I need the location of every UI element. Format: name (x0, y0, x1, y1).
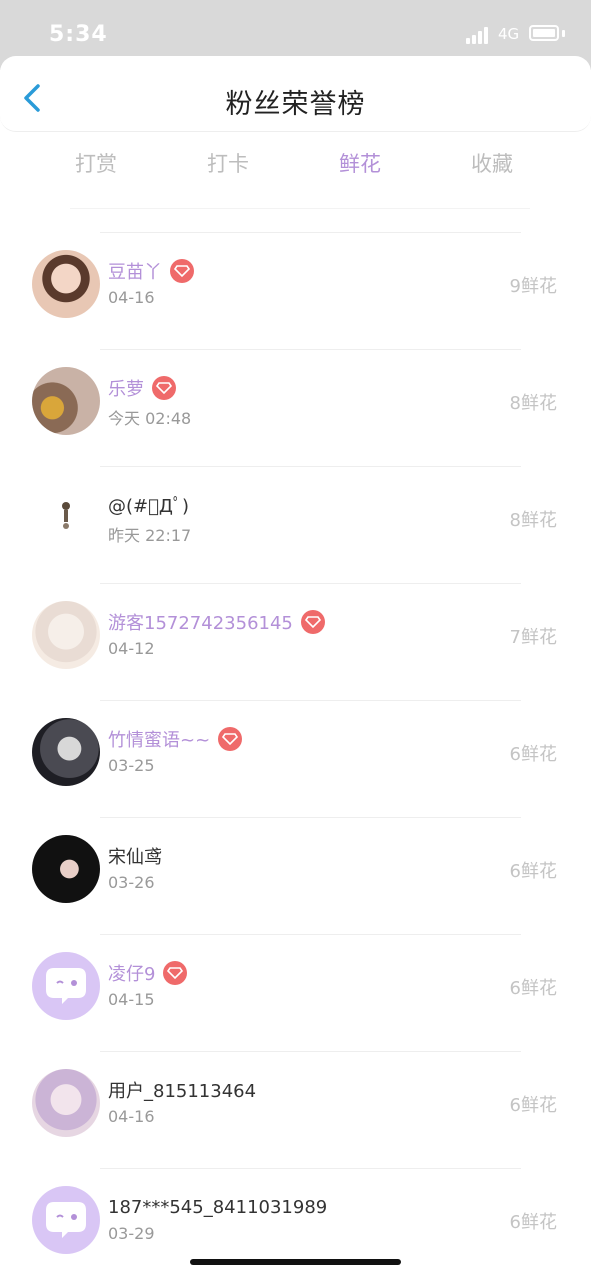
fan-name: 用户_815113464 (108, 1081, 257, 1102)
battery-cap (562, 30, 565, 37)
tab-flowers[interactable]: 鲜花 (320, 148, 400, 178)
diamond-icon (152, 376, 176, 400)
row-divider (100, 700, 521, 701)
list-item[interactable]: 187***545_8411031989 03-29 6鲜花 (0, 1168, 591, 1285)
diamond-icon (300, 610, 325, 634)
list-item[interactable]: @(#ﾟДﾟ) 昨天 22:17 8鲜花 (0, 466, 591, 583)
flower-count: 6鲜花 (509, 1212, 557, 1233)
row-divider (100, 349, 521, 350)
avatar[interactable] (32, 601, 100, 669)
flower-count: 7鲜花 (509, 627, 557, 648)
tab-bar: 打赏 打卡 鲜花 收藏 (0, 132, 591, 192)
status-time: 5:34 (49, 22, 108, 47)
tab-checkin[interactable]: 打卡 (188, 148, 268, 178)
flower-count: 6鲜花 (509, 861, 557, 882)
fan-date: 昨天 22:17 (108, 526, 192, 545)
page-title: 粉丝荣誉榜 (225, 89, 366, 120)
flower-count: 6鲜花 (509, 1095, 557, 1116)
fan-date: 04-15 (108, 990, 155, 1009)
avatar[interactable] (32, 484, 100, 552)
fan-list: 豆苗丫 04-16 9鲜花 乐萝 今天 02:48 8鲜花 @(#ﾟДﾟ) 昨天… (0, 232, 591, 1285)
flower-count: 6鲜花 (509, 744, 557, 765)
fan-name: @(#ﾟДﾟ) (108, 496, 189, 517)
fan-name: 豆苗丫 (108, 262, 162, 283)
fan-date: 04-16 (108, 288, 155, 307)
row-divider (100, 583, 521, 584)
row-divider (100, 1051, 521, 1052)
home-indicator[interactable] (190, 1259, 401, 1265)
avatar[interactable] (32, 367, 100, 435)
avatar[interactable] (32, 1186, 100, 1254)
signal-icon (466, 26, 494, 44)
flower-count: 6鲜花 (509, 978, 557, 999)
list-item[interactable]: 豆苗丫 04-16 9鲜花 (0, 232, 591, 349)
flower-count: 8鲜花 (509, 393, 557, 414)
list-item[interactable]: 用户_815113464 04-16 6鲜花 (0, 1051, 591, 1168)
fan-date: 03-25 (108, 756, 155, 775)
fan-name: 宋仙鸢 (108, 847, 162, 868)
avatar[interactable] (32, 952, 100, 1020)
tabs-divider (70, 208, 530, 209)
battery-icon (529, 25, 559, 41)
fan-date: 04-12 (108, 639, 155, 658)
avatar[interactable] (32, 718, 100, 786)
fan-date: 03-26 (108, 873, 155, 892)
avatar[interactable] (32, 1069, 100, 1137)
flower-count: 8鲜花 (509, 510, 557, 531)
fan-name: 187***545_8411031989 (108, 1196, 328, 1218)
fan-name: 凌仔9 (108, 964, 156, 985)
row-divider (100, 817, 521, 818)
list-item[interactable]: 宋仙鸢 03-26 6鲜花 (0, 817, 591, 934)
flower-count: 9鲜花 (509, 276, 557, 297)
avatar[interactable] (32, 835, 100, 903)
network-label: 4G (498, 25, 520, 43)
fan-date: 04-16 (108, 1107, 155, 1126)
diamond-icon (218, 727, 243, 751)
row-divider (100, 232, 521, 233)
fan-name: 游客1572742356145 (108, 613, 293, 634)
row-divider (100, 466, 521, 467)
list-item[interactable]: 凌仔9 04-15 6鲜花 (0, 934, 591, 1051)
row-divider (100, 1168, 521, 1169)
avatar[interactable] (32, 250, 100, 318)
nav-bar: 粉丝荣誉榜 (0, 56, 591, 132)
diamond-icon (163, 961, 188, 985)
fan-name: 竹情蜜语~~ (108, 730, 211, 751)
diamond-icon (170, 259, 194, 283)
row-divider (100, 934, 521, 935)
chat-bubble-icon (46, 1202, 86, 1238)
fan-date: 今天 02:48 (108, 409, 192, 428)
tab-favorites[interactable]: 收藏 (452, 148, 532, 178)
list-item[interactable]: 乐萝 今天 02:48 8鲜花 (0, 349, 591, 466)
chat-bubble-icon (46, 968, 86, 1004)
fan-date: 03-29 (108, 1224, 155, 1243)
list-item[interactable]: 游客1572742356145 04-12 7鲜花 (0, 583, 591, 700)
tab-reward[interactable]: 打赏 (56, 148, 136, 178)
fan-name: 乐萝 (108, 379, 144, 400)
list-item[interactable]: 竹情蜜语~~ 03-25 6鲜花 (0, 700, 591, 817)
